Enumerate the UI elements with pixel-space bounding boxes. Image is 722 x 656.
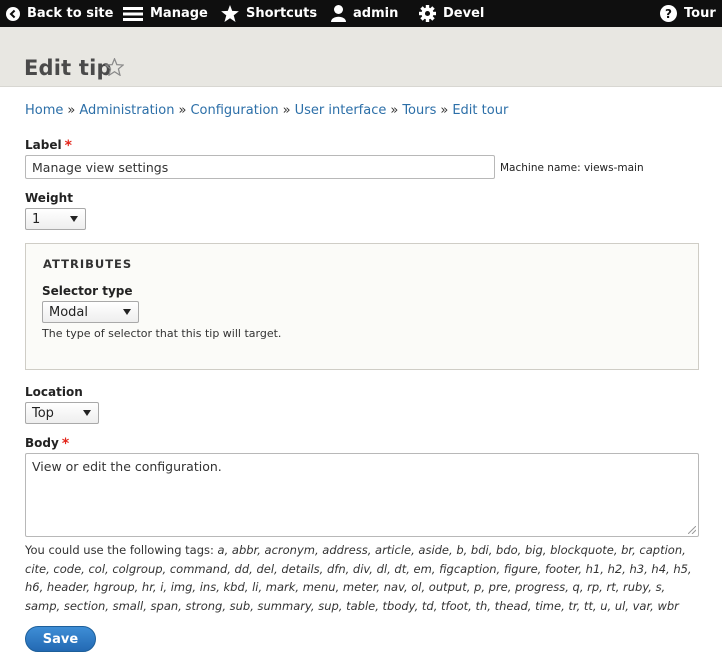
label-field-label-text: Label: [25, 138, 62, 152]
attributes-legend: ATTRIBUTES: [43, 257, 133, 271]
save-button[interactable]: Save: [25, 626, 96, 652]
body-label-text: Body: [25, 436, 59, 450]
body-textarea[interactable]: View or edit the configuration.: [25, 453, 699, 537]
chevron-down-icon: [70, 216, 78, 222]
breadcrumb-edit-tour[interactable]: Edit tour: [452, 103, 508, 118]
selector-type-label: Selector type: [42, 284, 133, 298]
back-to-site-label: Back to site: [27, 6, 114, 21]
required-marker: *: [64, 138, 72, 154]
selector-type-description: The type of selector that this tip will …: [42, 327, 282, 340]
breadcrumb-separator: »: [440, 103, 449, 118]
manage-label: Manage: [150, 6, 208, 21]
question-circle-icon: ?: [660, 5, 677, 22]
body-textarea-value: View or edit the configuration.: [32, 459, 222, 474]
allowed-tags-help: You could use the following tags: a, abb…: [25, 541, 701, 615]
breadcrumb-separator: »: [178, 103, 187, 118]
weight-label: Weight: [25, 191, 73, 205]
breadcrumb-configuration[interactable]: Configuration: [190, 103, 278, 118]
breadcrumb-tours[interactable]: Tours: [402, 103, 436, 118]
label-field-label: Label *: [25, 137, 72, 154]
manage-menu-button[interactable]: Manage: [123, 0, 208, 27]
breadcrumb-separator: »: [282, 103, 291, 118]
user-menu-button[interactable]: admin: [331, 0, 398, 27]
breadcrumb: Home» Administration» Configuration» User i…: [25, 103, 508, 118]
body-label: Body *: [25, 435, 70, 452]
tour-button[interactable]: ? Tour: [660, 0, 716, 27]
required-marker: *: [61, 436, 70, 452]
devel-label: Devel: [443, 6, 485, 21]
location-select[interactable]: Top: [25, 402, 99, 424]
resize-handle-icon[interactable]: [688, 526, 696, 534]
devel-menu-button[interactable]: Devel: [419, 0, 484, 27]
breadcrumb-user-interface[interactable]: User interface: [295, 103, 387, 118]
label-input-value: Manage view settings: [32, 159, 169, 175]
machine-name: Machine name: views-main: [500, 162, 644, 174]
star-outline-icon[interactable]: [105, 58, 124, 76]
location-select-value: Top: [32, 405, 54, 421]
label-input[interactable]: Manage view settings: [25, 155, 495, 179]
selector-type-select[interactable]: Modal: [42, 301, 139, 323]
star-icon: [221, 5, 239, 22]
back-to-site-link[interactable]: Back to site: [6, 0, 113, 27]
page-header: Edit tip: [0, 27, 722, 87]
allowed-tags-prefix: You could use the following tags:: [25, 543, 218, 557]
weight-select-value: 1: [32, 211, 41, 227]
tour-label: Tour: [684, 6, 716, 21]
hamburger-menu-icon: [123, 6, 143, 21]
shortcuts-label: Shortcuts: [246, 6, 318, 21]
breadcrumb-separator: »: [67, 103, 76, 118]
shortcuts-menu-button[interactable]: Shortcuts: [221, 0, 317, 27]
breadcrumb-administration[interactable]: Administration: [79, 103, 174, 118]
chevron-down-icon: [83, 410, 91, 416]
breadcrumb-separator: »: [390, 103, 399, 118]
svg-text:?: ?: [665, 7, 672, 21]
chevron-down-icon: [123, 309, 131, 315]
arrow-left-circle-icon: [6, 6, 20, 21]
gear-icon: [419, 5, 436, 22]
attributes-fieldset: ATTRIBUTES Selector type Modal The type …: [25, 243, 699, 370]
user-label: admin: [353, 6, 399, 21]
person-icon: [331, 5, 346, 22]
breadcrumb-home[interactable]: Home: [25, 103, 63, 118]
selector-type-value: Modal: [49, 304, 88, 320]
weight-select[interactable]: 1: [25, 208, 86, 230]
page-title: Edit tip: [24, 56, 112, 80]
location-label: Location: [25, 385, 83, 399]
admin-toolbar: Back to site Manage Shortcuts admin Deve…: [0, 0, 722, 27]
